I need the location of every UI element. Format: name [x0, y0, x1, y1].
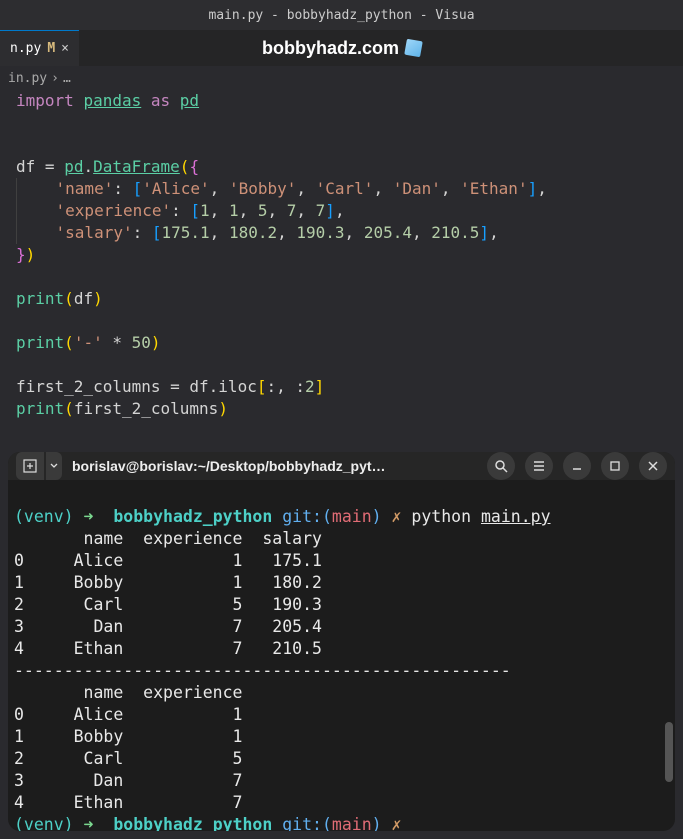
editor-tabs: n.py M × bobbyhadz.com — [0, 30, 683, 66]
site-watermark: bobbyhadz.com — [262, 30, 421, 66]
terminal-divider: ----------------------------------------… — [14, 661, 511, 680]
search-button[interactable] — [487, 452, 515, 480]
close-icon[interactable]: × — [61, 41, 69, 56]
tab-main-py[interactable]: n.py M × — [0, 30, 79, 66]
search-icon — [494, 459, 508, 473]
breadcrumb-file: in.py — [8, 71, 47, 86]
breadcrumb-more: … — [63, 71, 71, 86]
keyword: as — [151, 91, 170, 110]
maximize-button[interactable] — [601, 452, 629, 480]
terminal-body[interactable]: (venv) ➜ bobbyhadz_python git:(main) ✗ p… — [8, 480, 675, 831]
minimize-icon — [571, 460, 583, 472]
minimize-button[interactable] — [563, 452, 591, 480]
alias: pd — [180, 91, 199, 110]
terminal-output-1: name experience salary 0 Alice 1 175.1 1… — [14, 529, 322, 658]
menu-button[interactable] — [525, 452, 553, 480]
site-label: bobbyhadz.com — [262, 38, 399, 59]
terminal-scrollbar[interactable] — [665, 722, 673, 782]
cube-icon — [404, 39, 423, 58]
close-button[interactable] — [639, 452, 667, 480]
code-editor[interactable]: import pandas as pd df = pd.DataFrame({ … — [0, 90, 683, 420]
plus-box-icon — [23, 459, 37, 473]
new-tab-button[interactable] — [16, 452, 44, 480]
chevron-right-icon: › — [51, 71, 59, 86]
breadcrumb[interactable]: in.py › … — [0, 66, 683, 90]
new-tab-dropdown[interactable] — [46, 452, 62, 480]
terminal-output-2: name experience 0 Alice 1 1 Bobby 1 2 Ca… — [14, 683, 242, 812]
maximize-icon — [609, 460, 621, 472]
close-icon — [647, 460, 659, 472]
tab-filename: n.py — [10, 41, 41, 56]
window-titlebar: main.py - bobbyhadz_python - Visua — [0, 0, 683, 30]
hamburger-icon — [532, 459, 546, 473]
terminal-window: borislav@borislav:~/Desktop/bobbyhadz_py… — [8, 452, 675, 831]
tab-modified-indicator: M — [47, 41, 55, 56]
terminal-header: borislav@borislav:~/Desktop/bobbyhadz_py… — [8, 452, 675, 480]
chevron-down-icon — [50, 462, 58, 470]
terminal-title: borislav@borislav:~/Desktop/bobbyhadz_py… — [72, 458, 477, 474]
module: pandas — [83, 91, 141, 110]
keyword: import — [16, 91, 74, 110]
window-title: main.py - bobbyhadz_python - Visua — [208, 8, 474, 23]
